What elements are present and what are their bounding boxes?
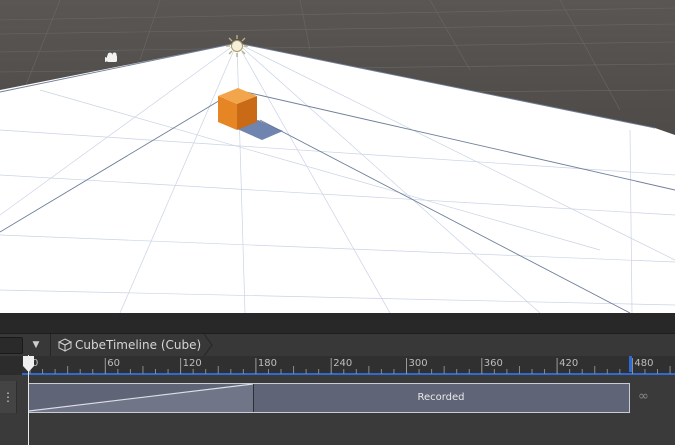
breadcrumb-chevron-icon xyxy=(204,334,213,356)
dropdown-arrow-icon[interactable]: ▼ xyxy=(26,336,46,354)
ruler-tick-label: 240 xyxy=(333,358,353,369)
clip-label: Recorded xyxy=(417,392,465,403)
ruler-tick-label: 300 xyxy=(408,358,428,369)
time-ruler[interactable]: 0 60 120 180 240 300 360 420 480 xyxy=(0,356,675,375)
ruler-tick-label: 360 xyxy=(483,358,503,369)
playhead-handle[interactable] xyxy=(23,356,34,372)
panel-top-strip xyxy=(0,313,675,334)
sun-gizmo-icon[interactable] xyxy=(226,35,248,57)
ruler-tick-label: 60 xyxy=(107,358,121,369)
track-row: ⋮ Recorded ∞ xyxy=(0,375,675,445)
track-header[interactable]: ⋮ xyxy=(0,381,17,413)
timeline-toolbar: ▼ CubeTimeline (Cube) xyxy=(0,334,675,357)
animation-clip[interactable]: Recorded xyxy=(28,383,630,413)
timeline-end-marker[interactable] xyxy=(629,356,632,372)
timeline-asset-name: CubeTimeline (Cube) xyxy=(75,338,202,352)
track-menu-icon[interactable]: ⋮ xyxy=(2,387,14,407)
frame-field[interactable] xyxy=(0,337,23,354)
timeline-window: ▼ CubeTimeline (Cube) 0 60 120 180 240 300 360… xyxy=(0,313,675,445)
ruler-tick-label: 420 xyxy=(559,358,579,369)
ruler-tick-label: 480 xyxy=(634,358,654,369)
toolbar-separator xyxy=(50,334,51,356)
breadcrumb[interactable]: CubeTimeline (Cube) xyxy=(52,334,212,356)
cube-icon xyxy=(58,338,72,352)
scene-view[interactable] xyxy=(0,0,675,313)
ruler-tick-label: 180 xyxy=(257,358,277,369)
cube-object[interactable] xyxy=(218,88,257,130)
infinity-icon[interactable]: ∞ xyxy=(638,389,649,405)
ruler-tick-label: 120 xyxy=(182,358,202,369)
